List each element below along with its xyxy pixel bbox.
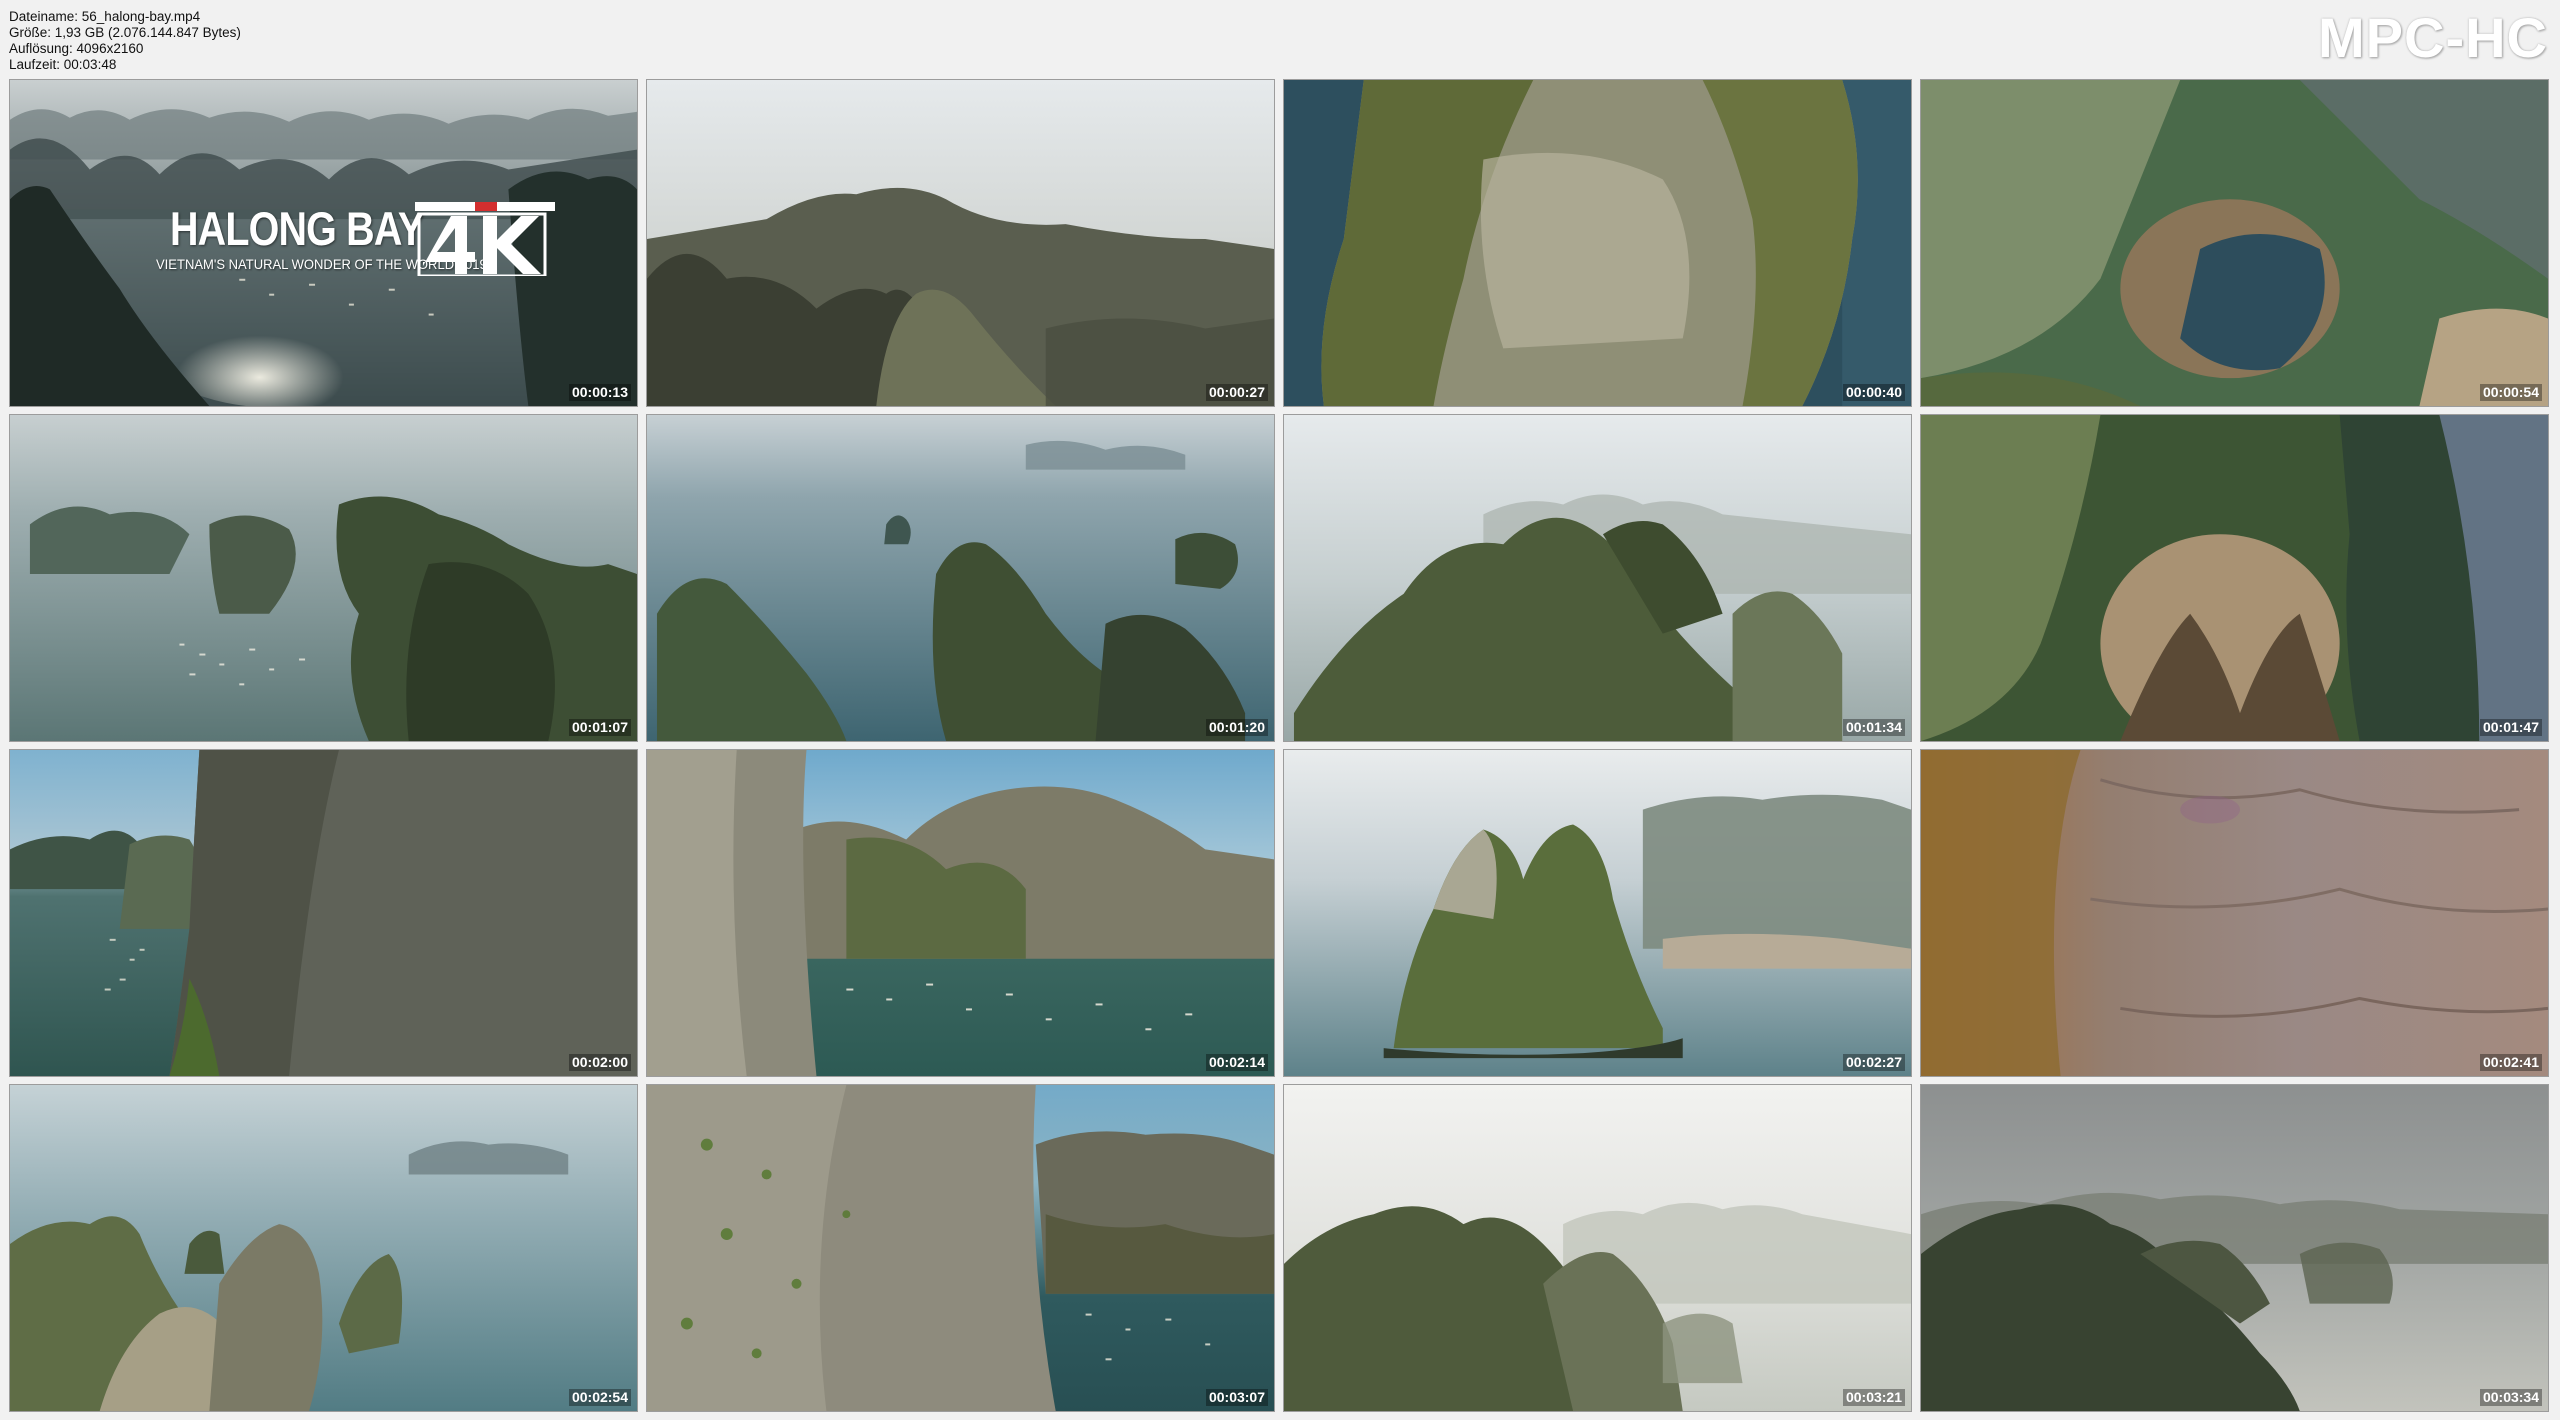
thumbnail-image: [1921, 750, 2548, 1076]
thumbnail-image: [1284, 415, 1911, 741]
thumbnail: 00:00:27: [646, 79, 1275, 407]
timestamp: 00:00:54: [2479, 384, 2542, 401]
thumbnail: 00:02:00: [9, 749, 638, 1077]
thumbnail-image: [10, 750, 637, 1076]
file-name: Dateiname: 56_halong-bay.mp4: [9, 9, 201, 24]
thumbnail: 00:00:54: [1920, 79, 2549, 407]
thumbnail: 00:02:14: [646, 749, 1275, 1077]
thumbnail-image: [647, 750, 1274, 1076]
timestamp: 00:02:54: [568, 1389, 631, 1406]
thumbnail-image: [1921, 415, 2548, 741]
thumbnail-image: [1284, 80, 1911, 406]
thumbnail: 00:02:54: [9, 1084, 638, 1412]
video-title: HALONG BAY: [170, 202, 424, 255]
thumbnail-image: [647, 80, 1274, 406]
timestamp: 00:03:34: [2479, 1389, 2542, 1406]
timestamp: 00:00:40: [1842, 384, 1905, 401]
thumbnail-grid: HALONG BAY VIETNAM'S NATURAL WONDER OF T…: [9, 79, 2551, 1412]
thumbnail-image: [647, 1085, 1274, 1411]
thumbnail-image: [647, 415, 1274, 741]
timestamp: 00:01:20: [1205, 719, 1268, 736]
thumbnail-image: [1284, 1085, 1911, 1411]
timestamp: 00:02:00: [568, 1054, 631, 1071]
thumbnail: 00:01:07: [9, 414, 638, 742]
timestamp: 00:03:07: [1205, 1389, 1268, 1406]
4k-badge-icon: [415, 202, 555, 276]
timestamp: 00:02:27: [1842, 1054, 1905, 1071]
thumbnail: 00:00:40: [1283, 79, 1912, 407]
thumbnail-image: [1284, 750, 1911, 1076]
timestamp: 00:02:41: [2479, 1054, 2542, 1071]
thumbnail: 00:03:34: [1920, 1084, 2549, 1412]
file-size: Größe: 1,93 GB (2.076.144.847 Bytes): [9, 25, 241, 40]
thumbnail: 00:01:47: [1920, 414, 2549, 742]
thumbnail-image: [10, 415, 637, 741]
timestamp: 00:01:07: [568, 719, 631, 736]
timestamp: 00:01:47: [2479, 719, 2542, 736]
timestamp: 00:00:13: [568, 384, 631, 401]
thumbnail: 00:03:21: [1283, 1084, 1912, 1412]
video-resolution: Auflösung: 4096x2160: [9, 41, 144, 56]
video-title-card: HALONG BAY VIETNAM'S NATURAL WONDER OF T…: [150, 198, 570, 308]
thumbnail: HALONG BAY VIETNAM'S NATURAL WONDER OF T…: [9, 79, 638, 407]
timestamp: 00:02:14: [1205, 1054, 1268, 1071]
video-duration: Laufzeit: 00:03:48: [9, 57, 117, 72]
thumbnail: 00:02:41: [1920, 749, 2549, 1077]
app-logo: MPC-HC: [2318, 6, 2548, 69]
thumbnail: 00:01:20: [646, 414, 1275, 742]
info-header: Dateiname: 56_halong-bay.mp4 Größe: 1,93…: [0, 0, 2560, 78]
thumbnail: 00:01:34: [1283, 414, 1912, 742]
file-info: Dateiname: 56_halong-bay.mp4 Größe: 1,93…: [9, 9, 241, 73]
thumbnail-image: [1921, 80, 2548, 406]
thumbnail-image: [1921, 1085, 2548, 1411]
timestamp: 00:01:34: [1842, 719, 1905, 736]
timestamp: 00:00:27: [1205, 384, 1268, 401]
thumbnail: 00:03:07: [646, 1084, 1275, 1412]
timestamp: 00:03:21: [1842, 1389, 1905, 1406]
thumbnail: 00:02:27: [1283, 749, 1912, 1077]
thumbnail-image: [10, 1085, 637, 1411]
